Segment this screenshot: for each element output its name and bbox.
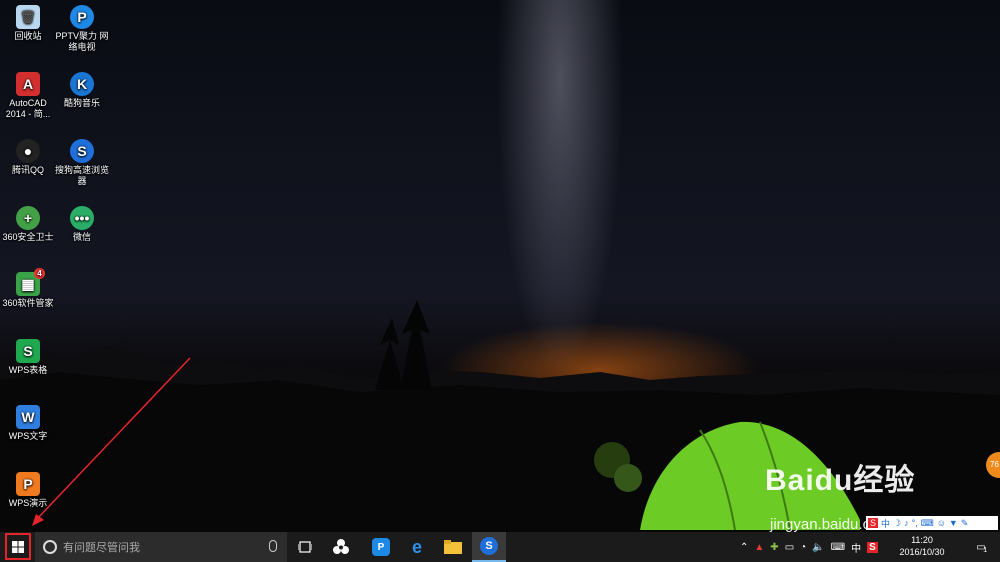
chevron-up-icon[interactable]: ⌃ (740, 542, 748, 553)
notification-icon: ▭ 1 (976, 541, 988, 554)
microphone-icon[interactable] (269, 540, 277, 552)
fan-app-icon (333, 539, 349, 554)
volume-icon[interactable]: 🔈 (812, 542, 824, 553)
pptv-icon: P (372, 538, 390, 556)
search-placeholder: 有问题尽管问我 (63, 542, 140, 554)
sogou-tray-icon[interactable]: S (867, 541, 878, 553)
clock-time: 11:20 (911, 535, 933, 545)
edge-icon: e (411, 536, 422, 557)
annotation-arrow (32, 357, 191, 526)
folder-icon (444, 540, 462, 554)
clock[interactable]: 11:20 2016/10/30 (892, 534, 952, 558)
taskbar: 有问题尽管问我 P e S ⌃ ▲ ✚ ▭ ◔ 🔈 ⌨ 中 S 11:20 20… (0, 532, 1000, 562)
taskbar-edge[interactable]: e (400, 532, 434, 562)
taskbar-fan-app[interactable] (324, 532, 358, 562)
keyboard-icon[interactable]: ⌨ (831, 542, 845, 553)
system-tray: ⌃ ▲ ✚ ▭ ◔ 🔈 ⌨ 中 S (740, 532, 878, 562)
notification-count: 1 (983, 546, 988, 554)
ime-lang-indicator[interactable]: 中 (851, 540, 861, 555)
action-center-button[interactable]: ▭ 1 (966, 532, 996, 562)
cortana-icon (43, 540, 57, 554)
task-view-button[interactable] (288, 532, 322, 562)
network-icon[interactable]: ◔ (800, 542, 806, 553)
windows-logo-icon (12, 540, 24, 553)
cortana-search-box[interactable]: 有问题尽管问我 (35, 532, 287, 562)
sogou-browser-icon: S (480, 537, 498, 555)
tray-app-icon[interactable]: ▲ (754, 542, 764, 553)
taskbar-sogou-browser[interactable]: S (472, 532, 506, 562)
taskbar-file-explorer[interactable] (436, 532, 470, 562)
task-view-icon (298, 541, 312, 553)
taskbar-pptv[interactable]: P (364, 532, 398, 562)
clock-date: 2016/10/30 (899, 547, 945, 557)
start-button[interactable] (5, 533, 31, 560)
tray-360-icon[interactable]: ✚ (770, 542, 778, 553)
battery-icon[interactable]: ▭ (785, 542, 794, 553)
